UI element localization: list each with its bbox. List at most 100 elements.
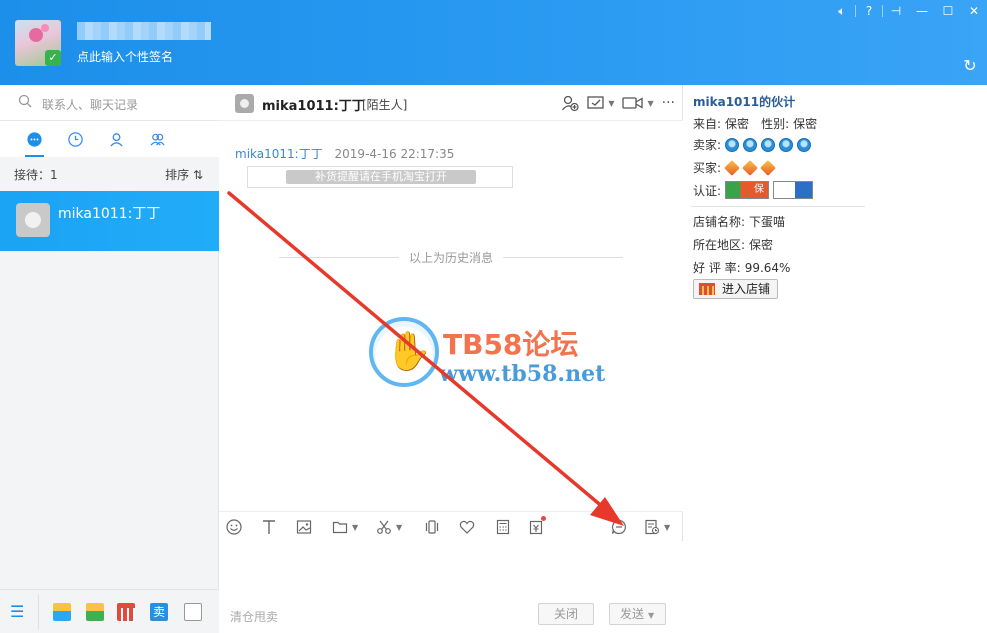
verified-check-icon: ✓ bbox=[45, 50, 61, 66]
buyer-diamond-icon bbox=[742, 159, 758, 176]
search-placeholder: 联系人、聊天记录 bbox=[42, 98, 139, 112]
chat-list-item-name: mika1011:丁丁 bbox=[58, 206, 161, 222]
hand-icon: ✋ bbox=[385, 329, 433, 373]
region-row: 所在地区: 保密 bbox=[693, 236, 773, 253]
certification-row: 认证: 保 bbox=[693, 181, 814, 199]
calculator-icon[interactable] bbox=[495, 518, 511, 536]
buyer-label: 买家: bbox=[693, 161, 722, 175]
signature-input[interactable]: 点此输入个性签名 bbox=[77, 48, 173, 65]
chat-record-icon[interactable]: ▼ bbox=[644, 518, 670, 536]
message-text: 补货提醒请在手机淘宝打开 bbox=[286, 170, 476, 184]
buyer-diamond-icon bbox=[724, 159, 740, 176]
title-bar: ✓ 点此输入个性签名 🔈︎ ? ⊣ — ☐ ✕ ↻ bbox=[0, 0, 987, 85]
add-contact-icon[interactable] bbox=[561, 94, 579, 112]
store-icon bbox=[699, 283, 715, 295]
window-layout-icon[interactable] bbox=[184, 603, 202, 621]
help-icon[interactable]: ? bbox=[856, 0, 882, 22]
gift-green-icon[interactable] bbox=[86, 603, 104, 621]
emoji-icon[interactable] bbox=[226, 518, 242, 536]
id-verified-icon[interactable] bbox=[773, 181, 814, 199]
person-icon bbox=[110, 132, 123, 147]
volume-icon[interactable]: 🔈︎ bbox=[829, 0, 855, 22]
message-input[interactable]: 清仓甩卖 关闭 发送 ▼ bbox=[219, 541, 683, 633]
watermark-logo: ✋ TB58论坛 www.tb58.net bbox=[369, 317, 629, 397]
tab-contacts[interactable] bbox=[96, 121, 137, 157]
message-meta: mika1011:丁丁 2019-4-16 22:17:35 bbox=[235, 145, 454, 162]
chevron-down-icon[interactable]: ▼ bbox=[608, 99, 614, 108]
message-history[interactable]: mika1011:丁丁 2019-4-16 22:17:35 补货提醒请在手机淘… bbox=[219, 121, 683, 511]
folder-icon[interactable]: ▼ bbox=[332, 518, 358, 536]
history-label: 以上为历史消息 bbox=[409, 250, 494, 265]
rating-label: 好 评 率: bbox=[693, 261, 741, 275]
send-button[interactable]: 发送 ▼ bbox=[609, 603, 666, 625]
message-bubble[interactable]: 补货提醒请在手机淘宝打开 bbox=[247, 166, 513, 188]
rating-row: 好 评 率: 99.64% bbox=[693, 259, 790, 276]
seller-label: 卖家: bbox=[693, 138, 722, 152]
sell-icon[interactable]: 卖 bbox=[150, 603, 168, 621]
gift-icon[interactable] bbox=[53, 603, 71, 621]
seller-crown-icon bbox=[743, 137, 758, 152]
avatar bbox=[235, 94, 254, 113]
message-sender: mika1011:丁丁 bbox=[235, 147, 323, 161]
menu-icon[interactable]: ☰ bbox=[10, 604, 28, 620]
chat-header: mika1011:丁丁 [陌生人] ▼ ▼ ··· bbox=[219, 85, 683, 121]
tab-recent[interactable] bbox=[55, 121, 96, 157]
seller-rating-row: 卖家: bbox=[693, 136, 812, 153]
chat-icon bbox=[27, 131, 42, 147]
close-button[interactable]: 关闭 bbox=[538, 603, 594, 625]
refresh-icon[interactable]: ↻ bbox=[961, 57, 979, 75]
buyer-rating-row: 买家: bbox=[693, 159, 776, 176]
input-toolbar: ▼ ▼ ▼ bbox=[219, 511, 683, 541]
store-icon[interactable] bbox=[117, 603, 135, 621]
screen-share-icon[interactable]: ▼ bbox=[587, 94, 614, 112]
quick-reply-icon[interactable] bbox=[611, 518, 627, 536]
group-icon bbox=[150, 133, 165, 146]
tab-chats[interactable] bbox=[14, 121, 55, 157]
contacts-panel: 联系人、聊天记录 接待：1 排序 ⇅ mika1011:丁丁 ☰ 卖 bbox=[0, 85, 219, 633]
font-icon[interactable] bbox=[261, 518, 277, 536]
scissors-icon[interactable]: ▼ bbox=[376, 518, 402, 536]
chevron-down-icon[interactable]: ▼ bbox=[648, 611, 654, 620]
minimize-icon[interactable]: — bbox=[909, 0, 935, 22]
chat-list-item[interactable]: mika1011:丁丁 bbox=[0, 191, 219, 251]
username-blurred bbox=[77, 22, 211, 40]
sort-button[interactable]: 排序 ⇅ bbox=[165, 166, 203, 183]
close-icon[interactable]: ✕ bbox=[961, 0, 987, 22]
avatar bbox=[16, 203, 50, 237]
user-avatar[interactable]: ✓ bbox=[15, 20, 61, 66]
search-box[interactable]: 联系人、聊天记录 bbox=[0, 85, 219, 121]
enter-shop-button[interactable]: 进入店铺 bbox=[693, 279, 778, 299]
vibrate-icon[interactable] bbox=[424, 518, 440, 536]
chevron-down-icon[interactable]: ▼ bbox=[396, 523, 402, 532]
send-label: 发送 bbox=[620, 607, 645, 621]
chevron-down-icon[interactable]: ▼ bbox=[664, 523, 670, 532]
chevron-down-icon[interactable]: ▼ bbox=[647, 99, 653, 108]
video-call-icon[interactable]: ▼ bbox=[622, 94, 654, 112]
from-value: 保密 bbox=[725, 117, 750, 131]
region-label: 所在地区: bbox=[693, 238, 746, 252]
chat-panel: mika1011:丁丁 [陌生人] ▼ ▼ ··· mika1011:丁丁 20… bbox=[219, 85, 683, 633]
maximize-icon[interactable]: ☐ bbox=[935, 0, 961, 22]
seller-crown-icon bbox=[725, 137, 740, 152]
consumer-protection-icon[interactable]: 保 bbox=[725, 181, 770, 199]
image-icon[interactable] bbox=[296, 518, 312, 536]
info-title: mika1011的伙计 bbox=[693, 95, 796, 109]
seller-crown-icon bbox=[779, 137, 794, 152]
tab-groups[interactable] bbox=[137, 121, 178, 157]
history-divider: 以上为历史消息 bbox=[279, 249, 624, 265]
rating-value: 99.64% bbox=[744, 260, 791, 275]
cert-label: 认证: bbox=[693, 183, 722, 198]
coupon-icon[interactable] bbox=[528, 516, 546, 536]
buyer-diamond-icon bbox=[760, 159, 776, 176]
chat-header-tools: ▼ ▼ ··· bbox=[561, 94, 675, 112]
more-icon[interactable]: ··· bbox=[662, 94, 675, 112]
gender-value: 保密 bbox=[793, 117, 818, 131]
seller-crown-icon bbox=[797, 137, 812, 152]
chevron-down-icon[interactable]: ▼ bbox=[352, 523, 358, 532]
from-label: 来自: bbox=[693, 117, 722, 131]
message-time: 2019-4-16 22:17:35 bbox=[334, 147, 455, 161]
heart-icon[interactable] bbox=[459, 518, 475, 536]
window-controls: 🔈︎ ? ⊣ — ☐ ✕ bbox=[829, 0, 987, 22]
pin-icon[interactable]: ⊣ bbox=[883, 0, 909, 22]
watermark-title: TB58论坛 bbox=[443, 328, 579, 361]
